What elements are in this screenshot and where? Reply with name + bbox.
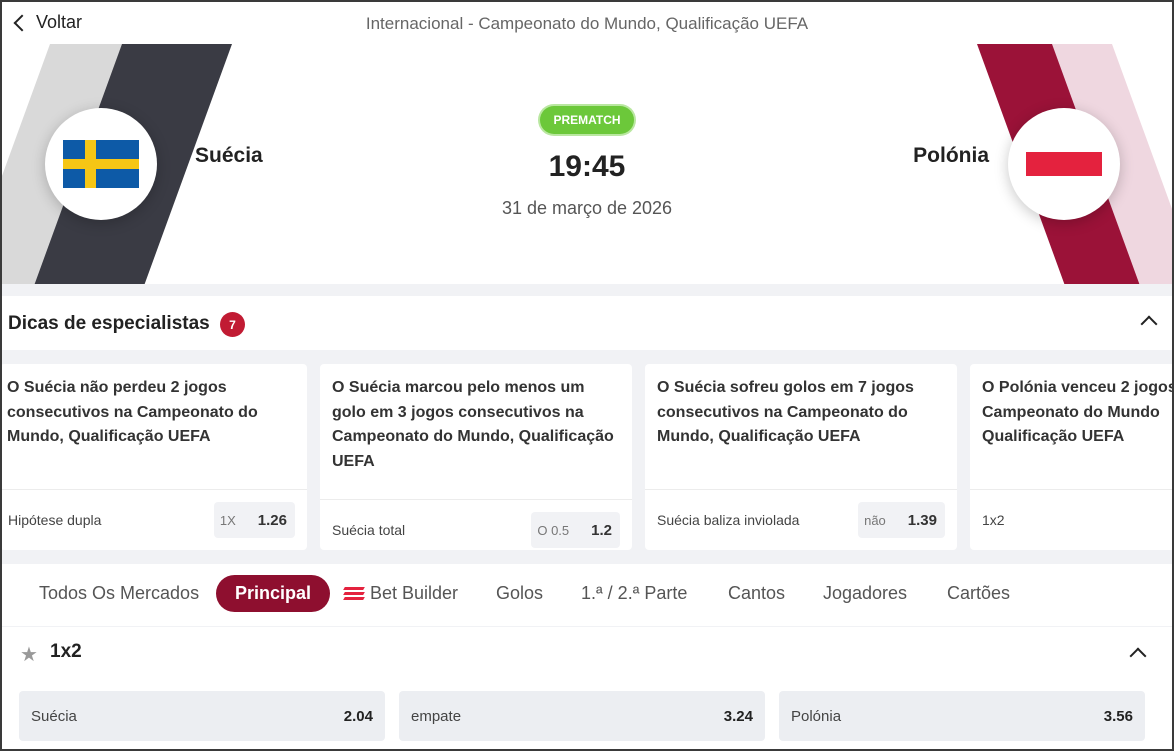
tab-cantos[interactable]: Cantos	[728, 575, 785, 612]
tip-market: Hipótese dupla	[8, 512, 102, 528]
outcome-label: empate	[411, 707, 462, 725]
outcome-label: Polónia	[791, 707, 842, 725]
tip-odd-value: 1.2	[591, 521, 612, 539]
odd-button-home[interactable]: Suécia 2.04	[19, 691, 385, 741]
tip-card[interactable]: O Suécia marcou pelo menos um golo em 3 …	[320, 364, 632, 550]
chevron-up-icon[interactable]	[1129, 647, 1147, 665]
tip-odd-value: 1.39	[907, 511, 937, 529]
tip-odd-button[interactable]: 1X 1.26	[213, 502, 295, 538]
tab-todos-os-mercados[interactable]: Todos Os Mercados	[39, 575, 199, 612]
tip-market: Suécia total	[332, 522, 406, 538]
tips-count-badge: 7	[220, 312, 245, 337]
market-1x2: ★ 1x2 Suécia 2.04 empate 3.24 Polónia 3.…	[0, 627, 1174, 751]
match-info: PREMATCH 19:45 31 de março de 2026	[0, 106, 1174, 219]
tab-principal[interactable]: Principal	[216, 575, 331, 612]
chevron-up-icon[interactable]	[1140, 315, 1158, 333]
tab-golos[interactable]: Golos	[496, 575, 543, 612]
star-icon[interactable]: ★	[20, 642, 38, 667]
tip-footer: Suécia total O 0.5 1.2	[320, 499, 632, 548]
tip-footer: 1x2	[970, 489, 1174, 528]
tip-market: Suécia baliza inviolada	[657, 512, 800, 528]
tab-cartoes[interactable]: Cartões	[947, 575, 1010, 612]
tip-odd-button[interactable]: O 0.5 1.2	[531, 512, 620, 548]
tab-partes[interactable]: 1.ª / 2.ª Parte	[581, 575, 687, 612]
match-hero: Suécia PREMATCH 19:45 31 de março de 202…	[0, 44, 1174, 284]
outcome-label: Suécia	[31, 707, 77, 725]
tip-market: 1x2	[982, 512, 1005, 528]
status-badge: PREMATCH	[540, 106, 634, 134]
tip-odd-value: 1.26	[257, 511, 287, 529]
odd-button-away[interactable]: Polónia 3.56	[779, 691, 1145, 741]
away-team-name: Polónia	[913, 144, 989, 167]
tip-selection: 1X	[219, 512, 236, 528]
tab-label: Bet Builder	[370, 583, 459, 603]
odd-button-draw[interactable]: empate 3.24	[399, 691, 765, 741]
match-time: 19:45	[548, 150, 626, 183]
outcome-odd: 3.56	[1103, 707, 1133, 725]
tip-text: O Polónia venceu 2 jogos na Campeonato d…	[982, 379, 1174, 445]
tab-jogadores[interactable]: Jogadores	[823, 575, 907, 612]
tip-text: O Suécia marcou pelo menos um golo em 3 …	[332, 379, 614, 470]
bet-builder-icon	[343, 586, 365, 601]
tips-title: Dicas de especialistas	[8, 313, 210, 334]
tip-card[interactable]: O Suécia não perdeu 2 jogos consecutivos…	[0, 364, 307, 550]
tip-footer: Hipótese dupla 1X 1.26	[0, 489, 307, 538]
outcome-odd: 2.04	[343, 707, 373, 725]
tip-odd-button[interactable]: não 1.39	[858, 502, 945, 538]
market-title: 1x2	[50, 641, 82, 662]
outcome-odd: 3.24	[723, 707, 753, 725]
tip-footer: Suécia baliza inviolada não 1.39	[645, 489, 957, 538]
top-bar: Voltar Internacional - Campeonato do Mun…	[0, 0, 1174, 48]
tip-text: O Suécia não perdeu 2 jogos consecutivos…	[7, 379, 258, 445]
competition-title: Internacional - Campeonato do Mundo, Qua…	[365, 14, 809, 33]
tip-selection: O 0.5	[537, 522, 570, 538]
tip-card[interactable]: O Polónia venceu 2 jogos na Campeonato d…	[970, 364, 1174, 550]
tip-selection: não	[864, 512, 886, 528]
poland-flag-icon	[1026, 140, 1102, 188]
tab-bet-builder[interactable]: Bet Builder	[343, 575, 459, 612]
away-team-crest	[1008, 108, 1120, 220]
tip-text: O Suécia sofreu golos em 7 jogos consecu…	[657, 379, 914, 445]
match-date: 31 de março de 2026	[501, 198, 673, 218]
tip-card[interactable]: O Suécia sofreu golos em 7 jogos consecu…	[645, 364, 957, 550]
market-tabs: Todos Os Mercados Principal Bet Builder …	[0, 564, 1174, 626]
tips-header[interactable]: Dicas de especialistas	[0, 296, 1174, 350]
tips-carousel[interactable]: O Suécia não perdeu 2 jogos consecutivos…	[0, 364, 1174, 550]
